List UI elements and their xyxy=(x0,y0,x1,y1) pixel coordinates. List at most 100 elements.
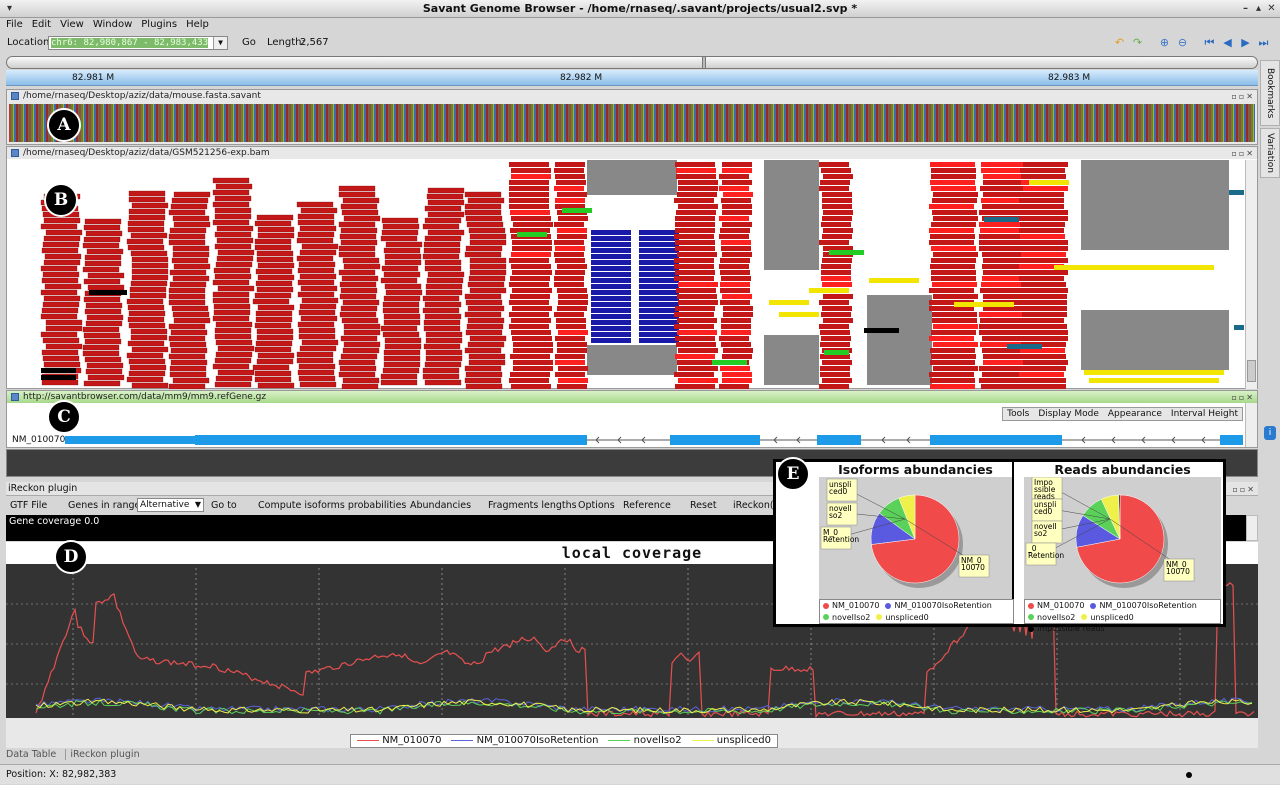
tab-ireckon-plugin[interactable]: iReckon plugin xyxy=(65,749,140,760)
read xyxy=(381,229,419,236)
gene-scrollbar[interactable] xyxy=(1245,403,1257,447)
menu-appearance[interactable]: Appearance xyxy=(1108,408,1162,420)
read xyxy=(301,297,339,304)
read xyxy=(555,258,585,263)
read xyxy=(591,278,631,283)
read xyxy=(721,198,751,203)
menu-interval-height[interactable]: Interval Height xyxy=(1171,408,1238,420)
read xyxy=(769,300,809,305)
minimize-icon[interactable]: – xyxy=(1240,3,1251,14)
read xyxy=(169,227,207,234)
info-icon[interactable]: i xyxy=(1264,426,1276,440)
plugin-window-controls[interactable]: ▫▫✕ xyxy=(1232,483,1256,497)
read xyxy=(296,351,334,358)
console-scrollbar[interactable] xyxy=(1246,515,1258,541)
close-icon[interactable]: ✕ xyxy=(1266,3,1277,14)
menu-file[interactable]: File xyxy=(6,18,23,32)
tab-variation[interactable]: Variation xyxy=(1260,128,1280,178)
fragments-lengths-button[interactable]: Fragments lengths xyxy=(488,497,577,514)
read xyxy=(933,192,978,197)
read xyxy=(300,207,338,214)
read xyxy=(342,299,380,306)
read xyxy=(424,205,462,212)
read xyxy=(555,270,585,275)
read xyxy=(554,186,584,191)
go-to-button[interactable]: Go to xyxy=(211,497,237,514)
read xyxy=(558,366,588,371)
read xyxy=(128,208,166,215)
read xyxy=(42,301,80,308)
reference-button[interactable]: Reference xyxy=(623,497,671,514)
pan-left-icon[interactable]: ◀ xyxy=(1221,37,1234,49)
read xyxy=(40,223,78,230)
gene-model[interactable] xyxy=(65,433,1245,447)
go-button[interactable]: Go xyxy=(242,34,256,52)
read xyxy=(173,317,211,324)
read xyxy=(639,236,679,241)
read xyxy=(467,305,505,312)
read xyxy=(639,242,679,247)
menu-window[interactable]: Window xyxy=(93,18,132,32)
read-alignments[interactable] xyxy=(9,160,1247,389)
maximize-icon[interactable]: ▴ xyxy=(1253,3,1264,14)
read xyxy=(299,303,337,310)
read xyxy=(1019,228,1064,233)
jump-start-icon[interactable]: ⏮ xyxy=(1203,37,1216,49)
read xyxy=(675,216,715,221)
undo-icon[interactable]: ↶ xyxy=(1113,37,1126,49)
menu-tools[interactable]: Tools xyxy=(1007,408,1029,420)
read xyxy=(212,177,250,184)
options-button[interactable]: Options xyxy=(578,497,615,514)
read xyxy=(422,295,460,302)
menu-view[interactable]: View xyxy=(60,18,84,32)
menu-help[interactable]: Help xyxy=(186,18,209,32)
read xyxy=(422,223,460,230)
read xyxy=(509,282,549,287)
read xyxy=(215,261,253,268)
read xyxy=(511,264,551,269)
track-window-controls[interactable]: ▫▫✕ xyxy=(1231,91,1255,103)
read xyxy=(383,271,421,278)
zoom-in-icon[interactable]: ⊕ xyxy=(1158,37,1171,49)
gtf-file-button[interactable]: GTF File xyxy=(10,497,47,514)
chevron-down-icon[interactable]: ▼ xyxy=(195,499,201,511)
read xyxy=(84,356,122,363)
read xyxy=(511,252,551,257)
menu-display-mode[interactable]: Display Mode xyxy=(1038,408,1099,420)
menu-edit[interactable]: Edit xyxy=(32,18,51,32)
chevron-down-icon[interactable]: ▼ xyxy=(213,37,227,49)
reset-button[interactable]: Reset xyxy=(690,497,717,514)
abundancies-button[interactable]: Abundancies xyxy=(410,497,471,514)
track-window-controls[interactable]: ▫▫✕ xyxy=(1231,148,1255,160)
tab-bookmarks[interactable]: Bookmarks xyxy=(1260,60,1280,126)
read xyxy=(823,294,853,299)
bam-scrollbar[interactable] xyxy=(1245,160,1257,389)
read xyxy=(468,227,506,234)
read xyxy=(296,237,334,244)
genes-select[interactable]: Alternative ▼ xyxy=(137,498,204,512)
read xyxy=(821,336,851,341)
scroll-thumb[interactable] xyxy=(1247,360,1256,382)
compute-isoforms-button[interactable]: Compute isoforms probabilities xyxy=(258,497,406,514)
pan-right-icon[interactable]: ▶ xyxy=(1239,37,1252,49)
legend-item: NM_010070 xyxy=(357,735,441,747)
window-menu-icon[interactable]: ▾ xyxy=(4,3,15,14)
read xyxy=(509,204,549,209)
pie-legend-label: NM_010070 xyxy=(832,601,880,610)
jump-end-icon[interactable]: ⏭ xyxy=(1257,37,1270,49)
legend-label: novelIso2 xyxy=(633,735,682,746)
tab-data-table[interactable]: Data Table xyxy=(6,749,56,760)
read xyxy=(819,324,849,329)
redo-icon[interactable]: ↷ xyxy=(1131,37,1144,49)
menubar: File Edit View Window Plugins Help xyxy=(0,18,1280,32)
range-slider[interactable] xyxy=(6,56,1258,69)
read xyxy=(1022,300,1067,305)
read xyxy=(979,366,1024,371)
range-handle[interactable] xyxy=(702,57,706,68)
zoom-out-icon[interactable]: ⊖ xyxy=(1176,37,1189,49)
read xyxy=(509,186,549,191)
location-input[interactable]: chr6: 82,980,867 - 82,983,433 ▼ xyxy=(48,36,228,50)
menu-plugins[interactable]: Plugins xyxy=(141,18,177,32)
read xyxy=(1029,180,1069,185)
read xyxy=(168,287,206,294)
